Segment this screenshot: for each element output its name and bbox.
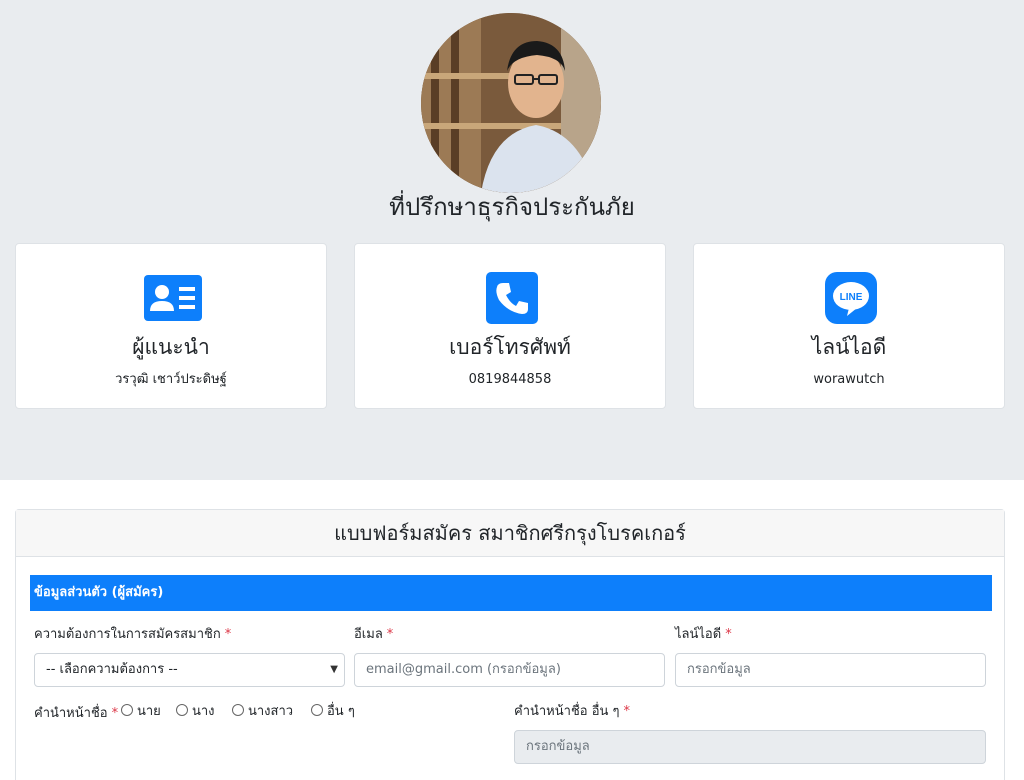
email-label-text: อีเมล	[354, 627, 383, 642]
page-title: ที่ปรึกษาธุรกิจประกันภัย	[389, 193, 635, 221]
email-label: อีเมล *	[354, 626, 393, 644]
card-title: ไลน์ไอดี	[811, 335, 887, 359]
required-mark: *	[224, 627, 232, 642]
advisor-avatar	[421, 13, 601, 193]
radio-circle-icon	[232, 704, 244, 716]
card-phone: เบอร์โทรศัพท์ 0819844858	[354, 243, 666, 409]
card-referrer: ผู้แนะนำ วรวุฒิ เชาว์ประดิษฐ์	[15, 243, 327, 409]
contact-card-icon	[144, 272, 202, 324]
line-icon: LINE	[822, 272, 877, 324]
radio-circle-icon	[311, 704, 323, 716]
radio-circle-icon	[176, 704, 188, 716]
prefix-radio-mr[interactable]: นาย	[121, 703, 161, 721]
email-field[interactable]: email@gmail.com (กรอกข้อมูล)	[354, 653, 665, 687]
card-title: เบอร์โทรศัพท์	[449, 335, 571, 359]
need-label-text: ความต้องการในการสมัครสมาชิก	[34, 627, 221, 642]
line-id-field[interactable]: กรอกข้อมูล	[675, 653, 986, 687]
other-prefix-label-text: คำนำหน้าชื่อ อื่น ๆ	[514, 704, 620, 719]
prefix-radio-mrs[interactable]: นาง	[176, 703, 215, 721]
required-mark: *	[386, 627, 394, 642]
line-label-text: ไลน์ไอดี	[675, 627, 722, 642]
svg-text:LINE: LINE	[839, 292, 862, 303]
line-id-placeholder: กรอกข้อมูล	[687, 662, 751, 677]
required-mark: *	[623, 704, 631, 719]
phone-icon	[483, 272, 538, 324]
card-value: 0819844858	[468, 372, 552, 387]
required-mark: *	[725, 627, 732, 642]
card-title: ผู้แนะนำ	[132, 335, 210, 359]
card-line: LINE ไลน์ไอดี worawutch	[693, 243, 1005, 409]
radio-circle-icon	[121, 704, 133, 716]
need-select[interactable]: -- เลือกความต้องการ -- ▼	[34, 653, 345, 687]
need-label: ความต้องการในการสมัครสมาชิก *	[34, 626, 231, 644]
radio-label: อื่น ๆ	[327, 704, 355, 719]
radio-label: นางสาว	[248, 704, 294, 719]
prefix-label: คำนำหน้าชื่อ *	[34, 705, 118, 723]
form-title: แบบฟอร์มสมัคร สมาชิกศรีกรุงโบรคเกอร์	[16, 510, 1004, 557]
radio-label: นาย	[137, 704, 161, 719]
other-prefix-field[interactable]: กรอกข้อมูล	[514, 730, 986, 764]
prefix-radio-miss[interactable]: นางสาว	[232, 703, 293, 721]
other-prefix-placeholder: กรอกข้อมูล	[526, 739, 590, 754]
section-personal-info: ข้อมูลส่วนตัว (ผู้สมัคร)	[30, 575, 992, 611]
prefix-label-text: คำนำหน้าชื่อ	[34, 706, 108, 721]
chevron-down-icon: ▼	[330, 664, 338, 675]
radio-label: นาง	[192, 704, 215, 719]
prefix-radio-other[interactable]: อื่น ๆ	[311, 703, 355, 721]
card-value: worawutch	[813, 372, 885, 387]
required-mark: *	[111, 706, 119, 721]
need-select-value: -- เลือกความต้องการ --	[46, 662, 178, 677]
email-placeholder: email@gmail.com (กรอกข้อมูล)	[366, 662, 561, 677]
other-prefix-label: คำนำหน้าชื่อ อื่น ๆ *	[514, 703, 630, 721]
card-value: วรวุฒิ เชาว์ประดิษฐ์	[115, 372, 227, 387]
line-label: ไลน์ไอดี *	[675, 626, 732, 644]
hero-section: ที่ปรึกษาธุรกิจประกันภัย ผู้แนะนำ วรวุฒิ…	[0, 0, 1024, 480]
